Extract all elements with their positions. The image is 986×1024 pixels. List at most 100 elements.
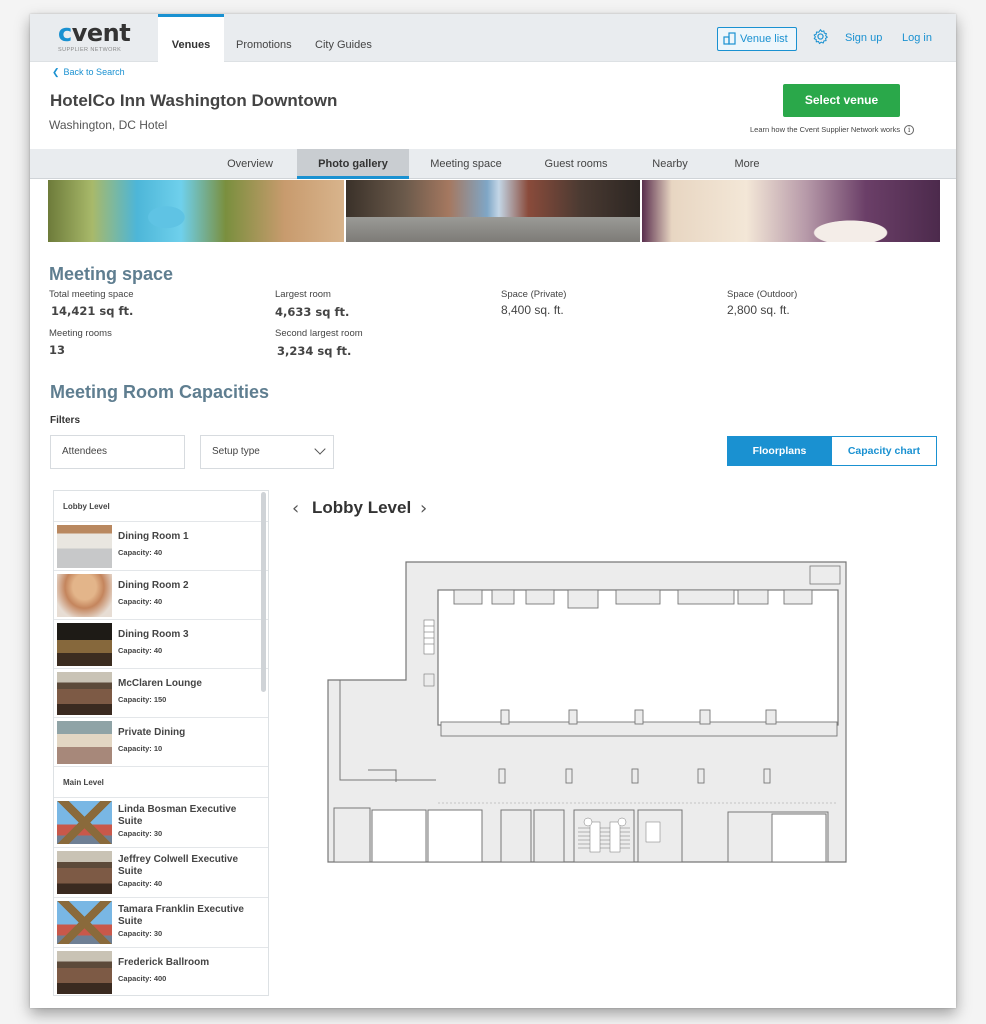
room-capacity: Capacity: 40 (118, 646, 163, 655)
logo-c: c (58, 19, 72, 47)
learn-how-link[interactable]: Learn how the Cvent Supplier Network wor… (750, 125, 915, 136)
room-name: Tamara Franklin Executive Suite (118, 904, 244, 927)
room-name: Linda Bosman Executive Suite (118, 804, 237, 827)
floorplan-level-title: Lobby Level (312, 498, 412, 517)
tab-overview[interactable]: Overview (218, 149, 282, 179)
room-thumbnail (57, 801, 112, 844)
room-capacity: Capacity: 30 (118, 929, 163, 938)
logo-subtitle: SUPPLIER NETWORK (58, 47, 122, 53)
room-thumbnail (57, 901, 112, 944)
room-item[interactable]: Private Dining Capacity: 10 (54, 718, 268, 767)
back-to-search-link[interactable]: ❮ Back to Search (52, 67, 125, 78)
filters-label: Filters (50, 415, 81, 426)
cvent-logo[interactable]: cvent SUPPLIER NETWORK (58, 19, 148, 56)
room-thumbnail (57, 672, 112, 715)
log-in-link[interactable]: Log in (902, 32, 932, 44)
room-item[interactable]: Tamara Franklin Executive Suite Capacity… (54, 898, 268, 948)
room-item[interactable]: Linda Bosman Executive Suite Capacity: 3… (54, 798, 268, 848)
room-item[interactable]: Dining Room 2 Capacity: 40 (54, 571, 268, 620)
stat-value-second: 3,234 sq ft. (277, 344, 352, 358)
chevron-down-icon (314, 443, 326, 455)
room-capacity: Capacity: 40 (118, 597, 163, 606)
room-list-scrollbar[interactable] (261, 492, 266, 692)
venue-title: HotelCo Inn Washington Downtown (50, 91, 338, 110)
room-name: Dining Room 1 (118, 531, 189, 542)
stat-value-total: 14,421 sq ft. (51, 304, 134, 318)
level-header-main: Main Level (54, 767, 268, 798)
gear-icon[interactable] (812, 28, 829, 45)
room-item[interactable]: Dining Room 3 Capacity: 40 (54, 620, 268, 669)
room-capacity: Capacity: 400 (118, 974, 167, 983)
room-name: Private Dining (118, 727, 186, 738)
venue-list-icon (723, 32, 736, 45)
room-capacity: Capacity: 30 (118, 829, 163, 838)
setup-type-label: Setup type (212, 446, 260, 457)
stat-value-largest: 4,633 sq ft. (275, 305, 350, 319)
room-item[interactable]: McClaren Lounge Capacity: 150 (54, 669, 268, 718)
venue-list-button[interactable]: Venue list (717, 27, 797, 51)
room-list: Lobby Level Dining Room 1 Capacity: 40 D… (53, 490, 269, 996)
nav-tab-promotions[interactable]: Promotions (236, 14, 292, 62)
capacity-chart-toggle[interactable]: Capacity chart (831, 436, 937, 466)
room-item[interactable]: Jeffrey Colwell Executive Suite Capacity… (54, 848, 268, 898)
section-tabs: Overview Photo gallery Meeting space Gue… (30, 149, 956, 179)
meeting-space-heading: Meeting space (49, 264, 174, 284)
top-navigation: cvent SUPPLIER NETWORK Venues Promotions… (30, 14, 956, 62)
room-thumbnail (57, 721, 112, 764)
room-capacity: Capacity: 10 (118, 744, 163, 753)
stat-label-largest: Largest room (275, 289, 331, 300)
level-header-lobby: Lobby Level (54, 491, 268, 522)
room-thumbnail (57, 951, 112, 994)
stat-label-private: Space (Private) (501, 289, 567, 300)
venue-list-label: Venue list (740, 33, 788, 45)
select-venue-button[interactable]: Select venue (783, 84, 900, 117)
next-level-button[interactable]: › (420, 498, 427, 519)
room-name: Dining Room 2 (118, 580, 189, 591)
capacities-heading: Meeting Room Capacities (50, 382, 270, 402)
ballroom-area (437, 589, 839, 726)
back-label: Back to Search (63, 67, 125, 77)
sign-up-link[interactable]: Sign up (845, 32, 882, 44)
tab-guest-rooms[interactable]: Guest rooms (535, 149, 617, 179)
room-thumbnail (57, 851, 112, 894)
floorplans-toggle[interactable]: Floorplans (727, 436, 832, 466)
stat-value-private: 8,400 sq. ft. (501, 303, 564, 317)
room-thumbnail (57, 623, 112, 666)
room-name: Frederick Ballroom (118, 957, 210, 968)
room-capacity: Capacity: 150 (118, 695, 167, 704)
gallery-photo-guest-room[interactable] (642, 180, 940, 242)
stat-label-total: Total meeting space (49, 289, 134, 300)
gallery-photo-street[interactable] (346, 180, 640, 242)
info-icon[interactable]: i (904, 125, 915, 136)
room-item[interactable]: Frederick Ballroom Capacity: 400 (54, 948, 268, 995)
attendees-input[interactable]: Attendees (50, 435, 185, 469)
setup-type-select[interactable]: Setup type (200, 435, 334, 469)
floorplan-drawing[interactable] (326, 560, 848, 865)
room-item[interactable]: Dining Room 1 Capacity: 40 (54, 522, 268, 571)
previous-level-button[interactable]: ‹ (292, 498, 299, 519)
nav-tab-venues[interactable]: Venues (158, 14, 224, 62)
browser-page: cvent SUPPLIER NETWORK Venues Promotions… (30, 14, 956, 1008)
gallery-photo-pool[interactable] (48, 180, 344, 242)
tab-photo-gallery[interactable]: Photo gallery (297, 149, 409, 179)
venue-subtitle: Washington, DC Hotel (49, 118, 168, 132)
room-thumbnail (57, 525, 112, 568)
tab-meeting-space[interactable]: Meeting space (422, 149, 510, 179)
stat-label-rooms: Meeting rooms (49, 328, 112, 339)
room-name: Jeffrey Colwell Executive Suite (118, 854, 239, 877)
stat-label-outdoor: Space (Outdoor) (727, 289, 798, 300)
chevron-left-icon: ❮ (52, 67, 60, 77)
learn-how-label: Learn how the Cvent Supplier Network wor… (750, 125, 901, 134)
room-thumbnail (57, 574, 112, 617)
logo-vent: vent (71, 19, 131, 47)
room-name: Dining Room 3 (118, 629, 189, 640)
room-capacity: Capacity: 40 (118, 548, 163, 557)
stat-value-outdoor: 2,800 sq. ft. (727, 303, 790, 317)
tab-nearby[interactable]: Nearby (642, 149, 698, 179)
room-name: McClaren Lounge (118, 678, 202, 689)
stat-label-second: Second largest room (275, 328, 363, 339)
stat-value-rooms: 13 (49, 343, 66, 357)
room-capacity: Capacity: 40 (118, 879, 163, 888)
tab-more[interactable]: More (722, 149, 772, 179)
nav-tab-city-guides[interactable]: City Guides (315, 14, 372, 62)
